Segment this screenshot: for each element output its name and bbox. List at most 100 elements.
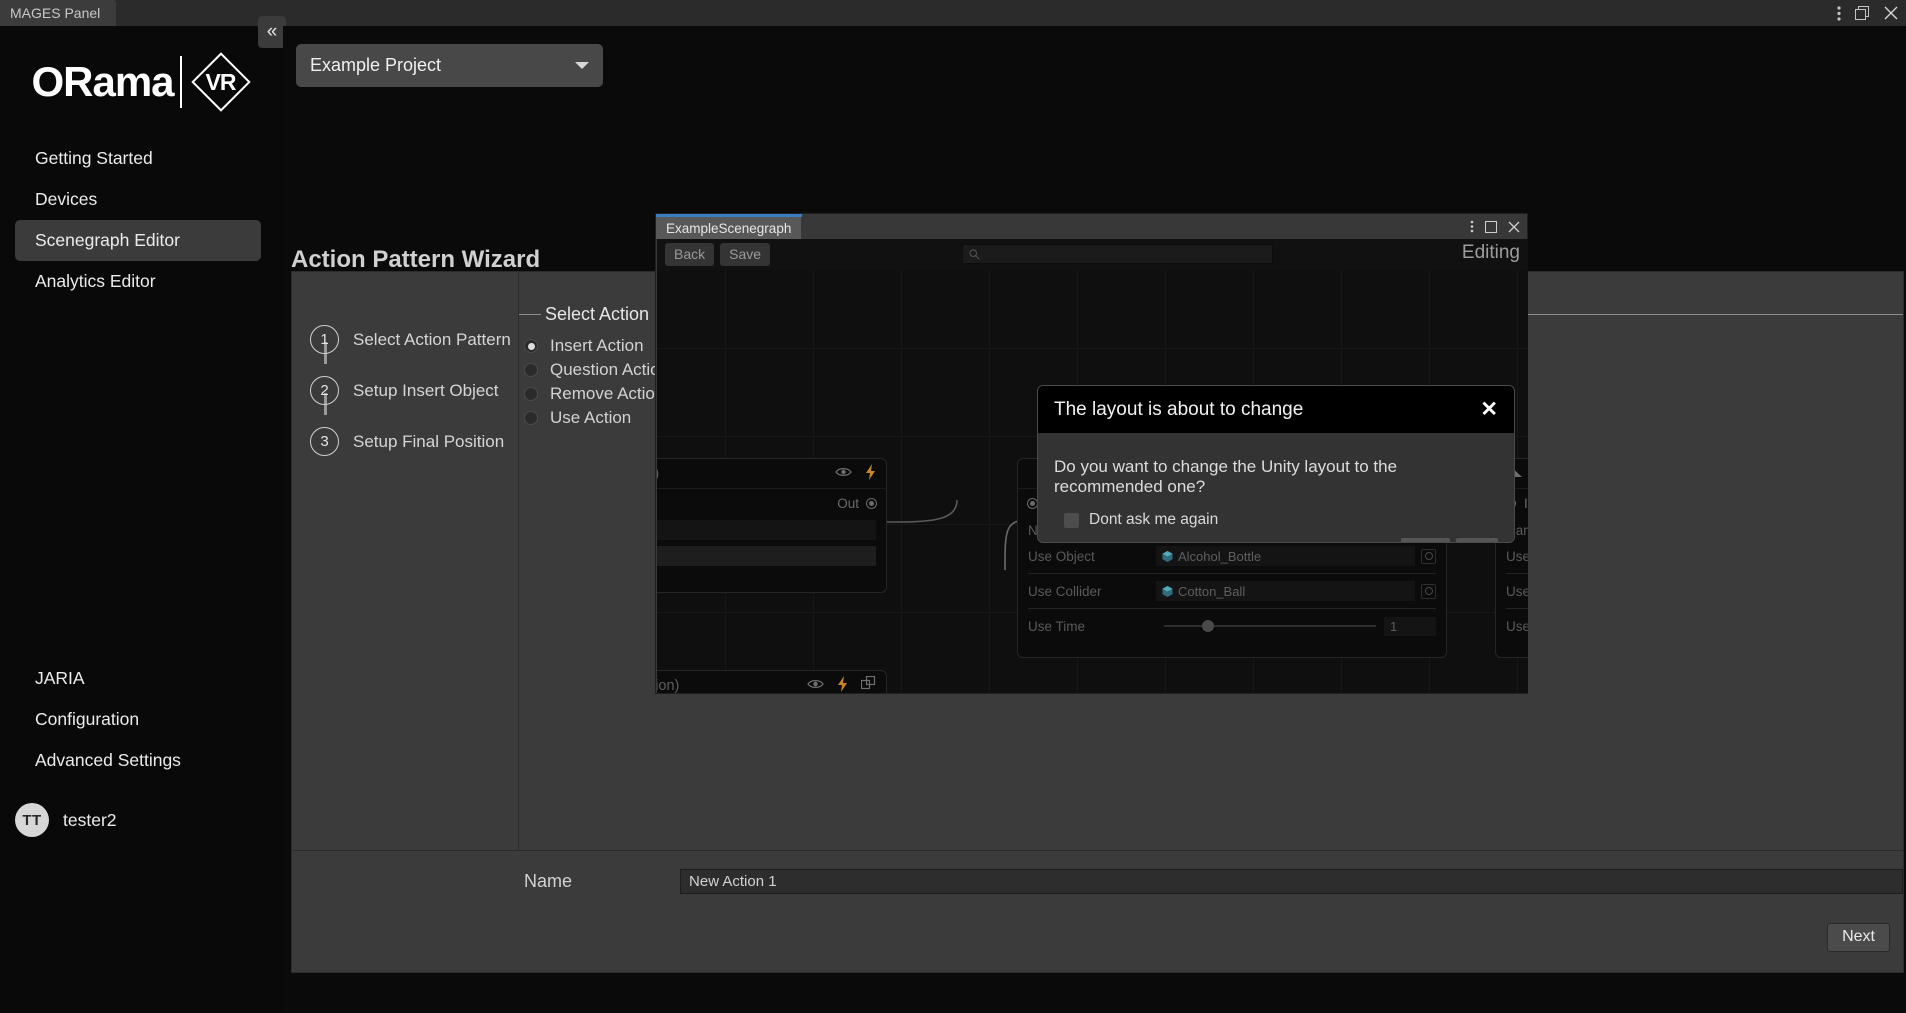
node-field-row[interactable]: Question xyxy=(657,543,886,569)
close-icon[interactable] xyxy=(1884,6,1898,20)
step-label: Setup Final Position xyxy=(353,432,504,452)
close-icon[interactable] xyxy=(1508,220,1520,238)
action-name-label: Name xyxy=(524,871,572,892)
node-question-action-2[interactable]: on (Question Action) xyxy=(657,670,887,693)
search-input[interactable] xyxy=(962,244,1273,264)
lightning-icon[interactable] xyxy=(865,464,876,484)
use-time-value[interactable]: 1 xyxy=(1384,617,1436,636)
avatar: TT xyxy=(15,803,49,837)
tab-mages-panel[interactable]: MAGES Panel xyxy=(0,0,116,26)
use-time-slider[interactable] xyxy=(1164,625,1376,627)
node-row-use-time[interactable]: Use Time 1 xyxy=(1018,613,1446,639)
yes-button[interactable]: Yes xyxy=(1401,538,1449,543)
kebab-menu-icon[interactable] xyxy=(1837,6,1841,21)
scenegraph-tab-label: ExampleScenegraph xyxy=(666,221,791,236)
radio-label: Question Action xyxy=(550,360,669,380)
sidebar-item-configuration[interactable]: Configuration xyxy=(15,699,261,740)
sidebar-item-advanced-settings[interactable]: Advanced Settings xyxy=(15,740,261,781)
wizard-footer: Next xyxy=(291,911,1904,973)
sidebar: ORama VR Getting Started Devices Scenegr… xyxy=(0,26,283,1013)
node-field-row[interactable]: Question xyxy=(657,517,886,543)
save-button[interactable]: Save xyxy=(720,243,770,266)
node-field-value: Question xyxy=(657,546,876,566)
sidebar-item-label: Scenegraph Editor xyxy=(35,230,180,251)
lightning-icon[interactable] xyxy=(837,676,848,694)
object-picker-icon[interactable] xyxy=(1421,584,1436,599)
sidebar-nav-lower: JARIA Configuration Advanced Settings xyxy=(0,658,283,781)
dialog-message: Do you want to change the Unity layout t… xyxy=(1038,433,1514,497)
port-in-label: In xyxy=(1524,496,1528,511)
sidebar-item-label: Advanced Settings xyxy=(35,750,181,771)
sidebar-item-label: JARIA xyxy=(35,668,85,689)
scenegraph-toolbar: Back Save Editing xyxy=(657,239,1528,270)
scenegraph-tab[interactable]: ExampleScenegraph xyxy=(656,217,801,239)
dont-ask-again-checkbox[interactable] xyxy=(1064,513,1079,528)
node-separator xyxy=(1506,608,1528,609)
node-field-value-wrap: Cotton_Ball xyxy=(1156,581,1415,601)
node-field-value: Question xyxy=(657,520,876,540)
action-name-input[interactable]: New Action 1 xyxy=(680,869,1903,894)
restore-window-icon[interactable] xyxy=(1855,6,1870,21)
tab-mages-panel-label: MAGES Panel xyxy=(10,5,100,21)
chevron-down-icon xyxy=(575,62,589,69)
chevron-double-left-icon: « xyxy=(267,21,278,43)
node-field-label: Use Object xyxy=(1028,549,1156,564)
radio-indicator xyxy=(524,363,538,377)
node-separator xyxy=(1506,573,1528,574)
no-button[interactable]: No xyxy=(1456,538,1498,543)
project-selector[interactable]: Example Project xyxy=(296,44,603,87)
step-label: Setup Insert Object xyxy=(353,381,499,401)
sidebar-item-scenegraph-editor[interactable]: Scenegraph Editor xyxy=(15,220,261,261)
slider-knob[interactable] xyxy=(1202,620,1214,632)
project-selector-value: Example Project xyxy=(310,55,441,76)
node-row-use-time[interactable]: Use T xyxy=(1496,613,1528,639)
object-picker-icon[interactable] xyxy=(1421,549,1436,564)
page-title: Action Pattern Wizard xyxy=(291,246,540,274)
node-row-use-collider[interactable]: Use Collider Cotton_Ball xyxy=(1018,578,1446,604)
sidebar-collapse-button[interactable]: « xyxy=(258,16,286,48)
port-out-dot[interactable] xyxy=(866,498,877,509)
eye-icon[interactable] xyxy=(807,678,824,694)
user-name-label: tester2 xyxy=(63,810,117,831)
wizard-step-2[interactable]: 2 Setup Insert Object xyxy=(292,365,518,416)
radio-label: Insert Action xyxy=(550,336,644,356)
node-question-action-1[interactable]: (Question Action) Out Questio xyxy=(657,458,887,593)
node-field-value: Alcohol_Bottle xyxy=(1178,549,1261,564)
radio-indicator xyxy=(524,387,538,401)
dont-ask-again-label: Dont ask me again xyxy=(1089,511,1218,529)
node-row-use-object[interactable]: Use Object Alcohol_Bottle xyxy=(1018,543,1446,569)
radio-label: Remove Action xyxy=(550,384,664,404)
node-row-use-object[interactable]: Use O xyxy=(1496,543,1528,569)
node-header-icons xyxy=(835,464,876,484)
wizard-step-1[interactable]: 1 Select Action Pattern xyxy=(292,314,518,365)
radio-label: Use Action xyxy=(550,408,631,428)
select-action-legend-label: Select Action xyxy=(541,304,655,325)
dialog-title: The layout is about to change xyxy=(1054,399,1303,421)
sidebar-item-label: Configuration xyxy=(35,709,139,730)
node-title: (Question Action) xyxy=(657,466,659,482)
wizard-step-3[interactable]: 3 Setup Final Position xyxy=(292,416,518,467)
duplicate-icon[interactable] xyxy=(861,676,876,693)
node-row-use-collider[interactable]: Use C xyxy=(1496,578,1528,604)
eye-icon[interactable] xyxy=(835,466,852,482)
node-field-label: Use C xyxy=(1506,584,1528,599)
node-header: on (Question Action) xyxy=(657,671,886,693)
sidebar-item-jaria[interactable]: JARIA xyxy=(15,658,261,699)
sidebar-item-devices[interactable]: Devices xyxy=(15,179,261,220)
sidebar-user[interactable]: TT tester2 xyxy=(15,803,117,837)
sidebar-item-analytics-editor[interactable]: Analytics Editor xyxy=(15,261,261,302)
sidebar-nav: Getting Started Devices Scenegraph Edito… xyxy=(0,138,283,302)
node-separator xyxy=(1028,608,1436,609)
next-button[interactable]: Next xyxy=(1827,923,1890,952)
back-button[interactable]: Back xyxy=(665,243,714,266)
node-field-label: Use Collider xyxy=(1028,584,1156,599)
close-icon[interactable]: ✕ xyxy=(1480,399,1498,420)
kebab-menu-icon[interactable] xyxy=(1470,220,1474,238)
editing-mode-label: Editing xyxy=(1462,242,1520,264)
sidebar-item-getting-started[interactable]: Getting Started xyxy=(15,138,261,179)
dont-ask-again-row[interactable]: Dont ask me again xyxy=(1038,497,1514,529)
radio-indicator xyxy=(524,339,538,353)
maximize-icon[interactable] xyxy=(1485,220,1497,238)
prefab-cube-icon xyxy=(1162,551,1173,562)
node-field-label: Use T xyxy=(1506,619,1528,634)
